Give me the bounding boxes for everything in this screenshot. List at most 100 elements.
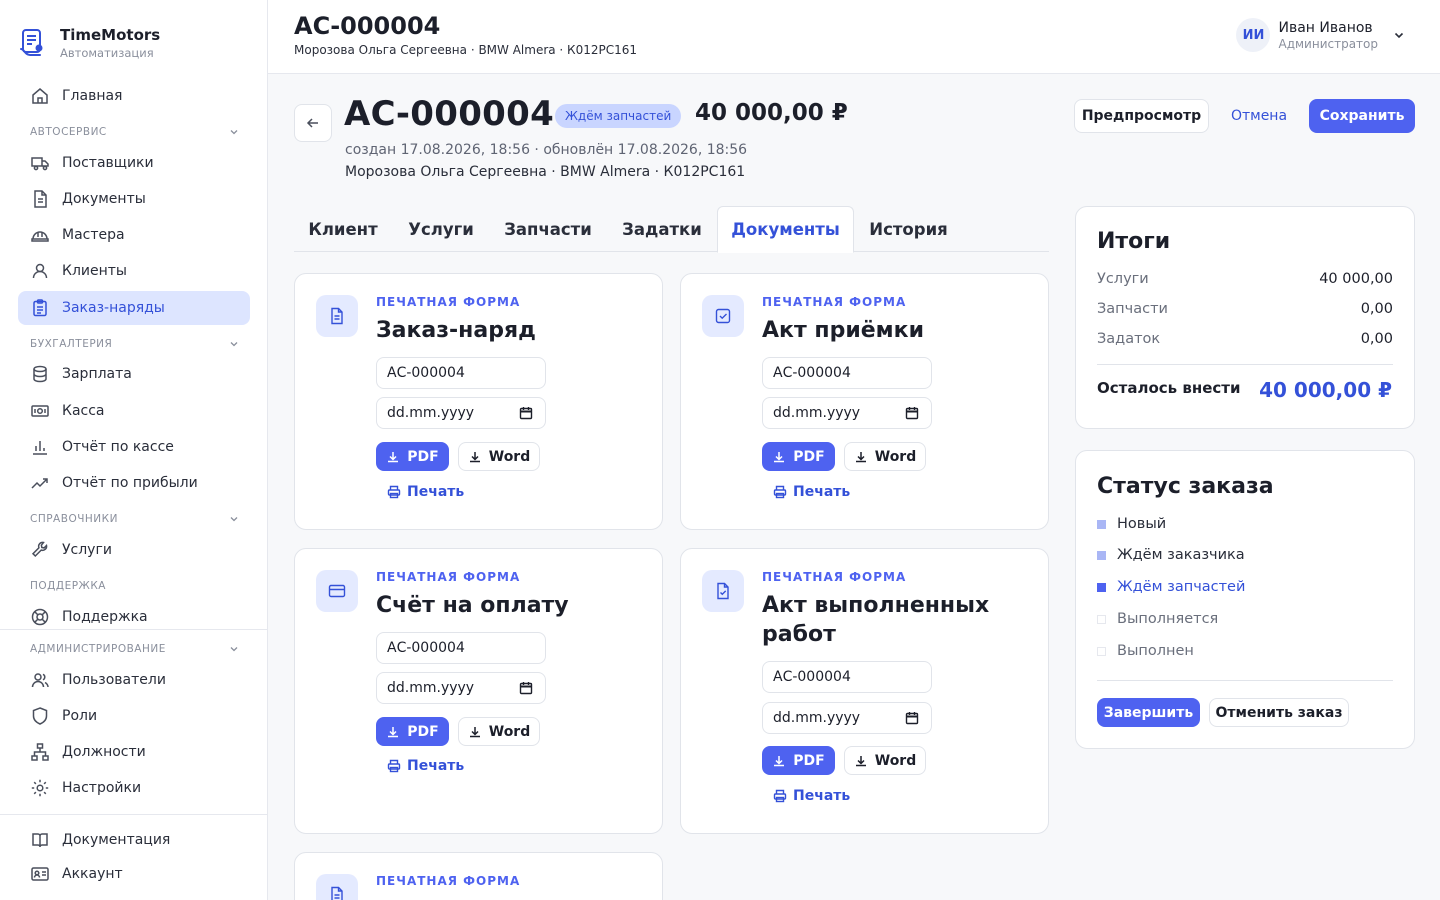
- tab-history[interactable]: История: [856, 206, 961, 252]
- calendar-icon: [905, 712, 919, 725]
- brand[interactable]: TimeMotors Автоматизация: [18, 26, 160, 60]
- section-accounting[interactable]: БУХГАЛТЕРИЯ: [30, 338, 240, 350]
- status-step-label: Выполнен: [1117, 643, 1194, 659]
- status-step-current[interactable]: Ждём запчастей: [1097, 579, 1245, 595]
- status-marker: [1097, 550, 1106, 560]
- tab-services[interactable]: Услуги: [394, 206, 488, 252]
- finish-button[interactable]: Завершить: [1097, 698, 1200, 727]
- date-placeholder: dd.mm.yyyy: [773, 710, 861, 726]
- sidebar-item-label: Настройки: [62, 780, 142, 796]
- pdf-download-button[interactable]: PDF: [376, 717, 449, 746]
- status-step[interactable]: Новый: [1097, 516, 1166, 532]
- sidebar-item-work-orders[interactable]: Заказ-наряды: [18, 291, 250, 325]
- pdf-download-button[interactable]: PDF: [762, 442, 835, 471]
- user-name: Иван Иванов: [1278, 19, 1373, 36]
- document-card-acceptance-act: ПЕЧАТНАЯ ФОРМА Акт приёмки АС-000004 dd.…: [680, 273, 1049, 530]
- sidebar-item-services[interactable]: Услуги: [18, 533, 250, 567]
- date-field[interactable]: dd.mm.yyyy: [376, 672, 546, 704]
- date-placeholder: dd.mm.yyyy: [773, 405, 861, 421]
- sidebar-item-cash-report[interactable]: Отчёт по кассе: [18, 430, 250, 464]
- pdf-download-button[interactable]: PDF: [376, 442, 449, 471]
- sidebar-item-salary[interactable]: Зарплата: [18, 357, 250, 391]
- totals-title: Итоги: [1097, 229, 1171, 254]
- card-kicker: ПЕЧАТНАЯ ФОРМА: [376, 570, 521, 584]
- order-dates: создан 17.08.2026, 18:56 · обновлён 17.0…: [345, 142, 748, 158]
- section-references[interactable]: СПРАВОЧНИКИ: [30, 513, 240, 525]
- sidebar-item-account[interactable]: Аккаунт: [18, 857, 250, 891]
- row-label: Услуги: [1097, 271, 1149, 287]
- totals-panel: Итоги Услуги 40 000,00 Запчасти 0,00 Зад…: [1075, 206, 1415, 429]
- card-title: Заказ-наряд: [376, 318, 536, 343]
- sidebar-item-label: Пользователи: [62, 672, 166, 688]
- print-button[interactable]: Печать: [387, 484, 464, 500]
- tab-client[interactable]: Клиент: [294, 206, 392, 252]
- word-download-button[interactable]: Word: [844, 746, 926, 775]
- status-step[interactable]: Выполнен: [1097, 643, 1194, 659]
- shield-icon: [32, 707, 48, 725]
- divider: [1097, 680, 1393, 681]
- truck-icon: [31, 157, 49, 171]
- section-administration[interactable]: АДМИНИСТРИРОВАНИЕ: [30, 643, 240, 655]
- section-autoservice[interactable]: АВТОСЕРВИС: [30, 126, 240, 138]
- download-icon: [469, 451, 480, 462]
- sidebar-item-clients[interactable]: Клиенты: [18, 254, 250, 288]
- number-field[interactable]: АС-000004: [762, 357, 932, 389]
- preview-button[interactable]: Предпросмотр: [1074, 99, 1209, 133]
- tab-deposits[interactable]: Задатки: [608, 206, 716, 252]
- sidebar-item-home[interactable]: Главная: [18, 79, 250, 113]
- checkbox-icon: [715, 308, 731, 324]
- sidebar-item-masters[interactable]: Мастера: [18, 218, 250, 252]
- sidebar-item-users[interactable]: Пользователи: [18, 663, 250, 697]
- sidebar-item-label: Аккаунт: [62, 866, 123, 882]
- card-icon: [702, 295, 744, 337]
- totals-row-parts: Запчасти 0,00: [1097, 301, 1393, 317]
- print-button[interactable]: Печать: [387, 758, 464, 774]
- sidebar-item-suppliers[interactable]: Поставщики: [18, 146, 250, 180]
- date-field[interactable]: dd.mm.yyyy: [762, 702, 932, 734]
- word-download-button[interactable]: Word: [458, 442, 540, 471]
- sidebar-item-settings[interactable]: Настройки: [18, 771, 250, 805]
- print-button[interactable]: Печать: [773, 484, 850, 500]
- card-kicker: ПЕЧАТНАЯ ФОРМА: [376, 295, 521, 309]
- date-placeholder: dd.mm.yyyy: [387, 405, 475, 421]
- number-field[interactable]: АС-000004: [376, 632, 546, 664]
- card-title: Счёт на оплату: [376, 593, 569, 618]
- print-button[interactable]: Печать: [773, 788, 850, 804]
- sidebar-item-profit-report[interactable]: Отчёт по прибыли: [18, 466, 250, 500]
- date-field[interactable]: dd.mm.yyyy: [762, 397, 932, 429]
- word-download-button[interactable]: Word: [458, 717, 540, 746]
- number-field[interactable]: АС-000004: [376, 357, 546, 389]
- date-field[interactable]: dd.mm.yyyy: [376, 397, 546, 429]
- brand-name: TimeMotors: [60, 26, 161, 44]
- word-download-button[interactable]: Word: [844, 442, 926, 471]
- pdf-label: PDF: [407, 723, 439, 740]
- sidebar-item-roles[interactable]: Роли: [18, 699, 250, 733]
- sidebar-item-label: Документы: [62, 191, 146, 207]
- sidebar-item-label: Должности: [62, 744, 146, 760]
- id-card-icon: [31, 867, 49, 881]
- save-button[interactable]: Сохранить: [1309, 99, 1415, 133]
- tab-documents[interactable]: Документы: [717, 206, 854, 253]
- totals-row-deposit: Задаток 0,00: [1097, 331, 1393, 347]
- printer-icon: [773, 789, 787, 803]
- sidebar-item-label: Главная: [62, 88, 123, 104]
- topbar-subtitle: Морозова Ольга Сергеевна · BMW Almera · …: [294, 43, 637, 57]
- number-field[interactable]: АС-000004: [762, 661, 932, 693]
- sidebar-item-positions[interactable]: Должности: [18, 735, 250, 769]
- row-value: 0,00: [1360, 301, 1393, 317]
- status-step[interactable]: Ждём заказчика: [1097, 547, 1245, 563]
- sidebar-item-documentation[interactable]: Документация: [18, 823, 250, 857]
- document-card-partial: ПЕЧАТНАЯ ФОРМА: [294, 852, 663, 900]
- cancel-button[interactable]: Отмена: [1224, 99, 1294, 133]
- tab-parts[interactable]: Запчасти: [490, 206, 606, 252]
- user-menu[interactable]: ИИ Иван Иванов Администратор: [1236, 18, 1406, 52]
- section-support: ПОДДЕРЖКА: [30, 580, 240, 592]
- back-button[interactable]: [294, 104, 332, 142]
- cancel-order-button[interactable]: Отменить заказ: [1209, 698, 1349, 727]
- sidebar-item-documents[interactable]: Документы: [18, 182, 250, 216]
- pdf-download-button[interactable]: PDF: [762, 746, 835, 775]
- sidebar-item-cash[interactable]: Касса: [18, 394, 250, 428]
- user-role: Администратор: [1278, 36, 1378, 51]
- status-step[interactable]: Выполняется: [1097, 611, 1218, 627]
- gear-icon: [31, 779, 49, 797]
